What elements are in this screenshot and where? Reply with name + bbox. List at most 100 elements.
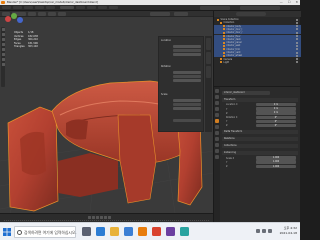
visibility-eye-icon[interactable]: [296, 38, 298, 41]
visibility-eye-icon[interactable]: [296, 48, 298, 51]
world-tab-icon[interactable]: [215, 113, 219, 117]
app-icon[interactable]: [152, 227, 161, 236]
data-tab-icon[interactable]: [215, 149, 219, 153]
task-view-icon[interactable]: [82, 227, 91, 236]
output-tab-icon[interactable]: [215, 101, 219, 105]
visibility-eye-icon[interactable]: [296, 21, 298, 24]
cursor-tool-icon[interactable]: [1, 33, 5, 36]
property-value-field[interactable]: 1.000: [256, 160, 296, 164]
workspace-tab[interactable]: [76, 6, 85, 9]
location-x-field[interactable]: [173, 45, 201, 48]
workspace-tab[interactable]: [109, 6, 118, 9]
language-icon[interactable]: [268, 229, 272, 233]
menu-edit[interactable]: [13, 6, 22, 9]
select-menu[interactable]: [38, 12, 46, 16]
visibility-eye-icon[interactable]: [296, 58, 298, 61]
select-tool-icon[interactable]: [1, 28, 5, 31]
outliner-search-input[interactable]: [236, 12, 266, 16]
view-menu[interactable]: [28, 12, 36, 16]
object-name-field[interactable]: interior_dashboard: [222, 91, 270, 95]
blender-app-icon[interactable]: [138, 227, 147, 236]
workspace-tab[interactable]: [98, 6, 107, 9]
properties-section-header[interactable]: Relations: [222, 137, 298, 141]
properties-section-header[interactable]: Collections: [222, 144, 298, 148]
constraints-tab-icon[interactable]: [215, 143, 219, 147]
3d-viewport[interactable]: Objects 1/18 Vertices 182,638 Edges 364,210…: [0, 11, 213, 213]
app-icon[interactable]: [180, 227, 189, 236]
store-icon[interactable]: [124, 227, 133, 236]
rotation-y-field[interactable]: [173, 75, 201, 78]
property-value-field[interactable]: 0 m: [256, 111, 296, 115]
property-value-field[interactable]: 1.000: [256, 156, 296, 160]
location-z-field[interactable]: [173, 53, 201, 56]
property-value-field[interactable]: 0°: [256, 124, 296, 128]
properties-section-header[interactable]: Delta Transform: [222, 130, 298, 134]
properties-section-header[interactable]: Transform: [222, 98, 298, 102]
menu-help[interactable]: [46, 6, 55, 9]
workspace-tab-layout[interactable]: [60, 6, 74, 9]
app-icon[interactable]: [166, 227, 175, 236]
jump-end-icon[interactable]: [108, 216, 111, 219]
visibility-eye-icon[interactable]: [296, 18, 298, 21]
taskbar-clock[interactable]: 오후 4:32 2021-04-18: [280, 226, 297, 236]
visibility-eye-icon[interactable]: [296, 31, 298, 34]
play-icon[interactable]: [100, 216, 103, 219]
visibility-eye-icon[interactable]: [296, 41, 298, 44]
dimensions-field[interactable]: [173, 119, 201, 122]
file-explorer-icon[interactable]: [110, 227, 119, 236]
render-tab-icon[interactable]: [215, 95, 219, 99]
location-y-field[interactable]: [173, 49, 201, 52]
property-value-field[interactable]: 0°: [256, 115, 296, 119]
visibility-eye-icon[interactable]: [296, 25, 298, 28]
outliner-row[interactable]: Light: [214, 61, 301, 64]
property-value-field[interactable]: 0°: [256, 119, 296, 124]
network-icon[interactable]: [256, 229, 260, 233]
visibility-eye-icon[interactable]: [296, 35, 298, 38]
scale-x-field[interactable]: [173, 99, 201, 102]
timeline[interactable]: [0, 213, 213, 222]
particles-tab-icon[interactable]: [215, 131, 219, 135]
visibility-eye-icon[interactable]: [296, 28, 298, 31]
scene-selector[interactable]: [200, 6, 230, 10]
visibility-eye-icon[interactable]: [296, 61, 298, 64]
rotate-tool-icon[interactable]: [1, 43, 5, 46]
move-tool-icon[interactable]: [1, 38, 5, 41]
tool-tab-icon[interactable]: [215, 89, 219, 93]
properties-section-header[interactable]: Instancing: [222, 151, 298, 155]
view-layer-selector[interactable]: [240, 6, 280, 10]
play-reverse-icon[interactable]: [96, 216, 99, 219]
property-value-field[interactable]: 1.000: [256, 164, 296, 168]
visibility-eye-icon[interactable]: [296, 44, 298, 47]
menu-file[interactable]: [2, 6, 11, 9]
step-forward-icon[interactable]: [104, 216, 107, 219]
scale-y-field[interactable]: [173, 103, 201, 106]
jump-start-icon[interactable]: [88, 216, 91, 219]
edge-browser-icon[interactable]: [96, 227, 105, 236]
tab-tool[interactable]: [206, 52, 211, 64]
scale-tool-icon[interactable]: [1, 48, 5, 51]
taskbar-search-input[interactable]: 검색하려면 여기에 입력하십시오.: [14, 226, 77, 238]
rotation-z-field[interactable]: [173, 79, 201, 82]
property-value-field[interactable]: 0 m: [256, 107, 296, 111]
menu-render[interactable]: [24, 6, 33, 9]
workspace-tab[interactable]: [87, 6, 96, 9]
measure-tool-icon[interactable]: [1, 63, 5, 66]
navigation-gizmo[interactable]: [0, 11, 24, 27]
volume-icon[interactable]: [262, 229, 266, 233]
scene-tab-icon[interactable]: [215, 107, 219, 111]
tab-view[interactable]: [206, 66, 211, 78]
visibility-eye-icon[interactable]: [296, 54, 298, 57]
menu-window[interactable]: [35, 6, 44, 9]
shading-buttons[interactable]: [150, 12, 170, 16]
material-tab-icon[interactable]: [215, 155, 219, 159]
step-back-icon[interactable]: [92, 216, 95, 219]
physics-tab-icon[interactable]: [215, 137, 219, 141]
object-tab-icon[interactable]: [215, 119, 219, 123]
transform-tool-icon[interactable]: [1, 53, 5, 56]
rotation-x-field[interactable]: [173, 71, 201, 74]
property-value-field[interactable]: 0 m: [256, 103, 296, 107]
overlay-buttons[interactable]: [174, 12, 188, 16]
add-menu[interactable]: [48, 12, 56, 16]
windows-start-icon[interactable]: [3, 228, 11, 236]
scale-z-field[interactable]: [173, 107, 201, 110]
